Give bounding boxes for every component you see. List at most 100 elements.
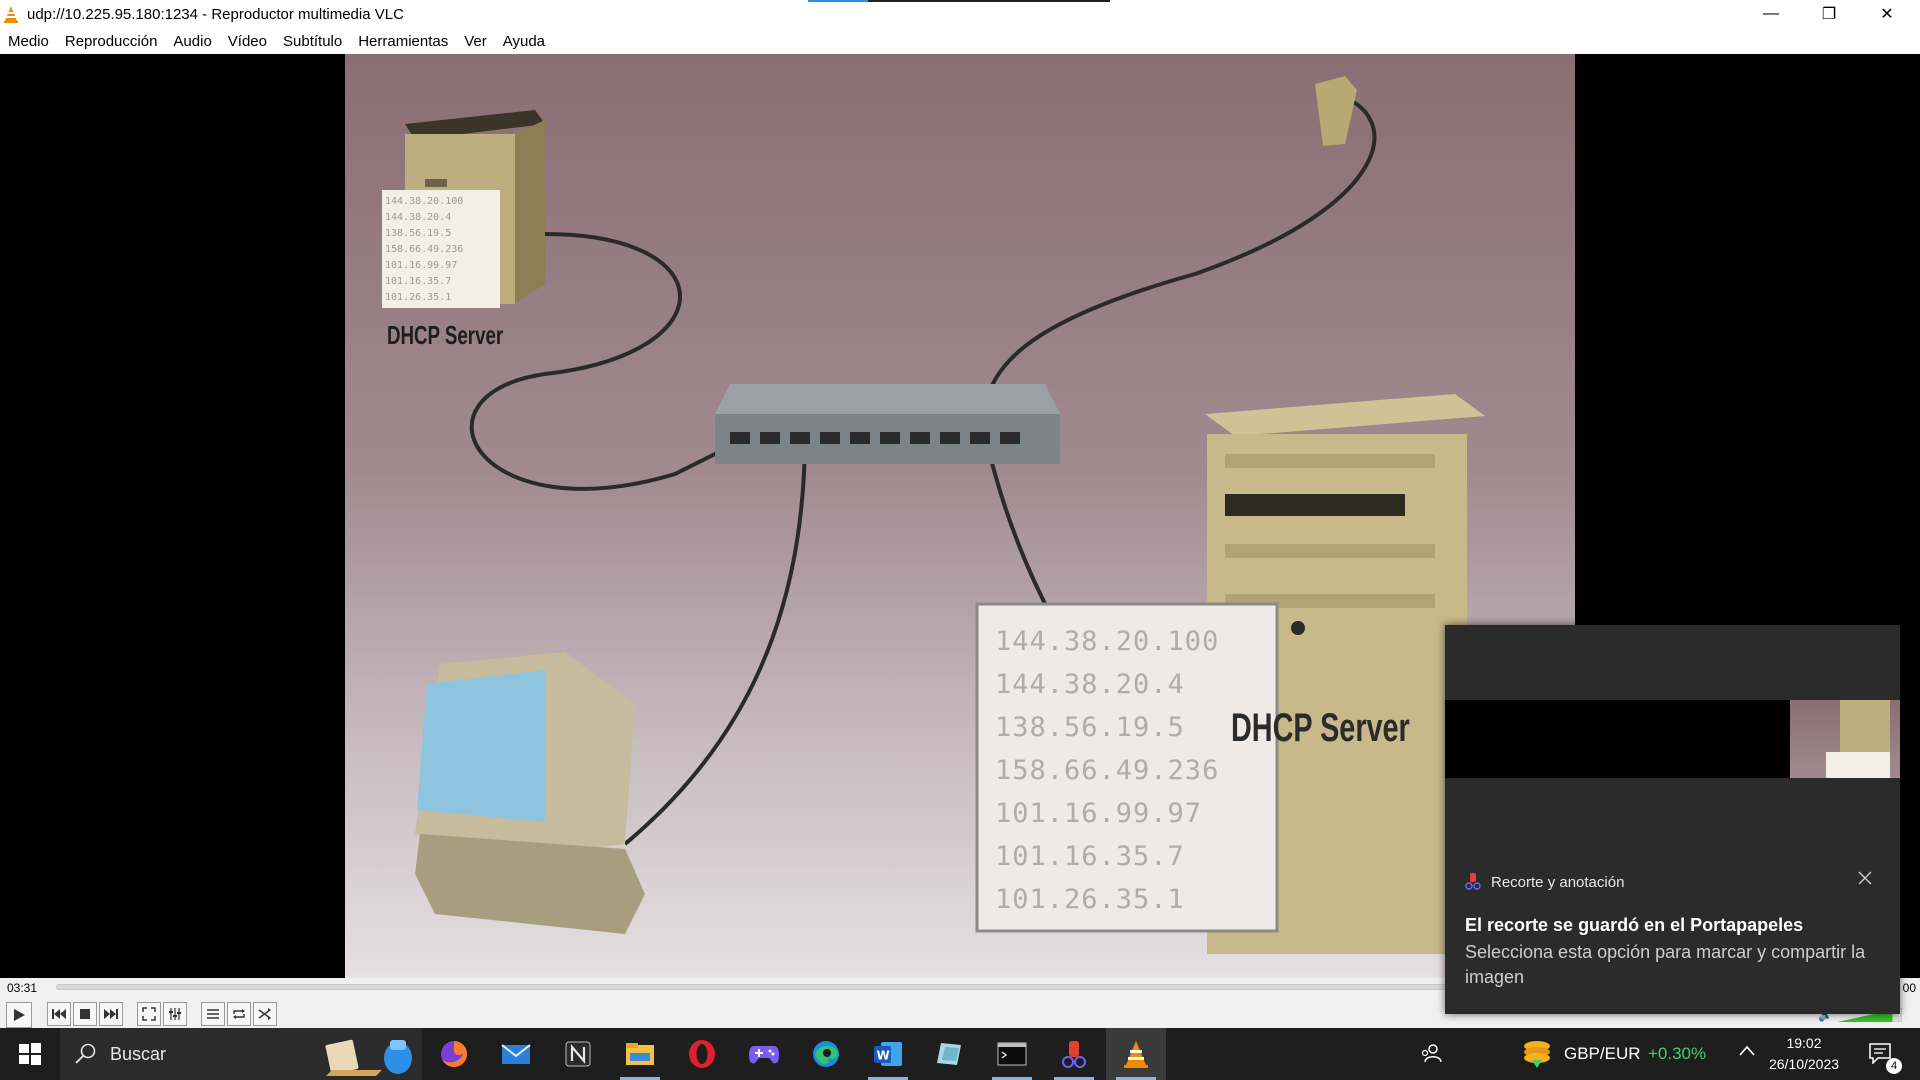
windows-logo-icon [19, 1043, 41, 1065]
small-address-item: 101.16.35.7 [385, 276, 452, 287]
currency-change: +0.30% [1648, 1044, 1707, 1063]
restore-button[interactable]: ❐ [1800, 0, 1858, 28]
network-illustration [382, 76, 1485, 954]
small-address-item: 144.38.20.100 [385, 196, 464, 207]
edge-icon [813, 1041, 839, 1067]
svg-text:W: W [877, 1049, 890, 1063]
taskbar-snipping-tool[interactable] [1044, 1028, 1104, 1080]
taskbar-firefox[interactable] [424, 1028, 484, 1080]
opera-icon [689, 1040, 715, 1068]
small-address-item: 101.26.35.1 [385, 292, 452, 303]
minimize-icon: — [1763, 5, 1779, 22]
menu-audio[interactable]: Audio [173, 33, 211, 50]
network-hub [715, 384, 1060, 464]
play-icon [14, 1009, 25, 1021]
fullscreen-button[interactable] [137, 1002, 161, 1026]
clock[interactable]: 19:02 26/10/2023 [1768, 1033, 1840, 1075]
loop-button[interactable] [227, 1002, 251, 1026]
menu-video[interactable]: Vídeo [228, 33, 267, 50]
small-address-item: 101.16.99.97 [385, 260, 458, 271]
extended-settings-button[interactable] [163, 1002, 187, 1026]
video-frame[interactable]: 144.38.20.100 144.38.20.4 138.56.19.5 15… [345, 54, 1575, 978]
small-address-item: 144.38.20.4 [385, 212, 452, 223]
small-device-top [1315, 76, 1357, 146]
menu-ayuda[interactable]: Ayuda [503, 33, 545, 50]
stop-icon [80, 1009, 90, 1019]
large-address-item: 144.38.20.100 [995, 626, 1220, 657]
dhcp-label-large: DHCP Server [1231, 706, 1410, 750]
toast-body: Selecciona esta opción para marcar y com… [1465, 942, 1866, 987]
people-icon[interactable] [1420, 1042, 1442, 1064]
close-icon [1858, 871, 1872, 885]
skip-forward-icon [104, 1009, 118, 1019]
snip-toast-notification[interactable]: Recorte y anotación El recorte se guardó… [1445, 625, 1900, 1014]
large-address-item: 101.16.35.7 [995, 841, 1185, 872]
restore-icon: ❐ [1821, 6, 1837, 23]
small-address-item: 138.56.19.5 [385, 228, 452, 239]
next-button[interactable] [99, 1002, 123, 1026]
taskbar-word[interactable]: W [858, 1028, 918, 1080]
shuffle-icon [258, 1008, 271, 1020]
large-address-item: 158.66.49.236 [995, 755, 1220, 786]
taskbar-gaming[interactable] [734, 1028, 794, 1080]
start-button[interactable] [0, 1028, 60, 1080]
firefox-icon [441, 1041, 467, 1067]
loop-icon [233, 1009, 245, 1019]
toast-app-name: Recorte y anotación [1491, 873, 1625, 891]
time-total: 00 [1902, 981, 1916, 995]
dhcp-label-small: DHCP Server [387, 320, 504, 350]
taskbar: Buscar W GBP/EUR +0.30% 19:02 26/10/2023… [0, 1028, 1920, 1080]
taskbar-edge[interactable] [796, 1028, 856, 1080]
notification-count-badge: 4 [1886, 1058, 1902, 1074]
taskbar-terminal[interactable] [982, 1028, 1042, 1080]
chevron-up-icon[interactable] [1738, 1042, 1756, 1060]
taskbar-mail[interactable] [486, 1028, 546, 1080]
menu-medio[interactable]: Medio [8, 33, 49, 50]
menu-reproduccion[interactable]: Reproducción [65, 33, 158, 50]
search-highlight-art [325, 1039, 412, 1076]
cable-workstation [623, 433, 807, 846]
workstation [415, 652, 645, 934]
menu-herramientas[interactable]: Herramientas [358, 33, 448, 50]
close-button[interactable]: ✕ [1858, 0, 1916, 28]
small-address-list: 144.38.20.100 144.38.20.4 138.56.19.5 15… [385, 194, 497, 306]
folder-icon [626, 1043, 654, 1065]
title-bar: udp://10.225.95.180:1234 - Reproductor m… [0, 0, 1920, 28]
small-address-item: 158.66.49.236 [385, 244, 464, 255]
time-elapsed: 03:31 [7, 981, 38, 995]
taskbar-notion[interactable] [548, 1028, 608, 1080]
window-title: udp://10.225.95.180:1234 - Reproductor m… [27, 6, 404, 23]
play-button[interactable] [6, 1002, 32, 1028]
toast-app-header: Recorte y anotación [1465, 873, 1624, 891]
playlist-icon [207, 1009, 219, 1019]
taskbar-search[interactable]: Buscar [60, 1028, 422, 1080]
gamepad-icon [749, 1046, 779, 1064]
taskbar-opera[interactable] [672, 1028, 732, 1080]
thumbnail-preview [1826, 700, 1890, 778]
vlc-cone-icon [4, 6, 18, 23]
playlist-button[interactable] [201, 1002, 225, 1026]
mail-icon [501, 1044, 531, 1064]
currency-widget-icon[interactable] [1520, 1038, 1554, 1070]
large-address-item: 101.16.99.97 [995, 798, 1203, 829]
previous-button[interactable] [47, 1002, 71, 1026]
large-address-item: 144.38.20.4 [995, 669, 1185, 700]
menu-ver[interactable]: Ver [464, 33, 487, 50]
menu-subtitulo[interactable]: Subtítulo [283, 33, 342, 50]
toast-title: El recorte se guardó en el Portapapeles [1465, 915, 1804, 935]
clock-time: 19:02 [1786, 1035, 1822, 1051]
minimize-button[interactable]: — [1742, 0, 1800, 28]
snipping-tool-icon [1465, 873, 1481, 890]
close-icon: ✕ [1880, 6, 1894, 23]
taskbar-file-explorer[interactable] [610, 1028, 670, 1080]
large-address-item: 138.56.19.5 [995, 712, 1185, 743]
menu-bar: Medio Reproducción Audio Vídeo Subtítulo… [0, 28, 1920, 54]
shuffle-button[interactable] [253, 1002, 277, 1026]
fullscreen-icon [142, 1007, 156, 1021]
taskbar-vlc[interactable] [1106, 1028, 1166, 1080]
taskbar-app-blue[interactable] [920, 1028, 980, 1080]
clock-date: 26/10/2023 [1768, 1056, 1840, 1072]
stop-button[interactable] [73, 1002, 97, 1026]
toast-thumbnail[interactable] [1790, 700, 1900, 778]
toast-close-button[interactable] [1858, 869, 1872, 890]
